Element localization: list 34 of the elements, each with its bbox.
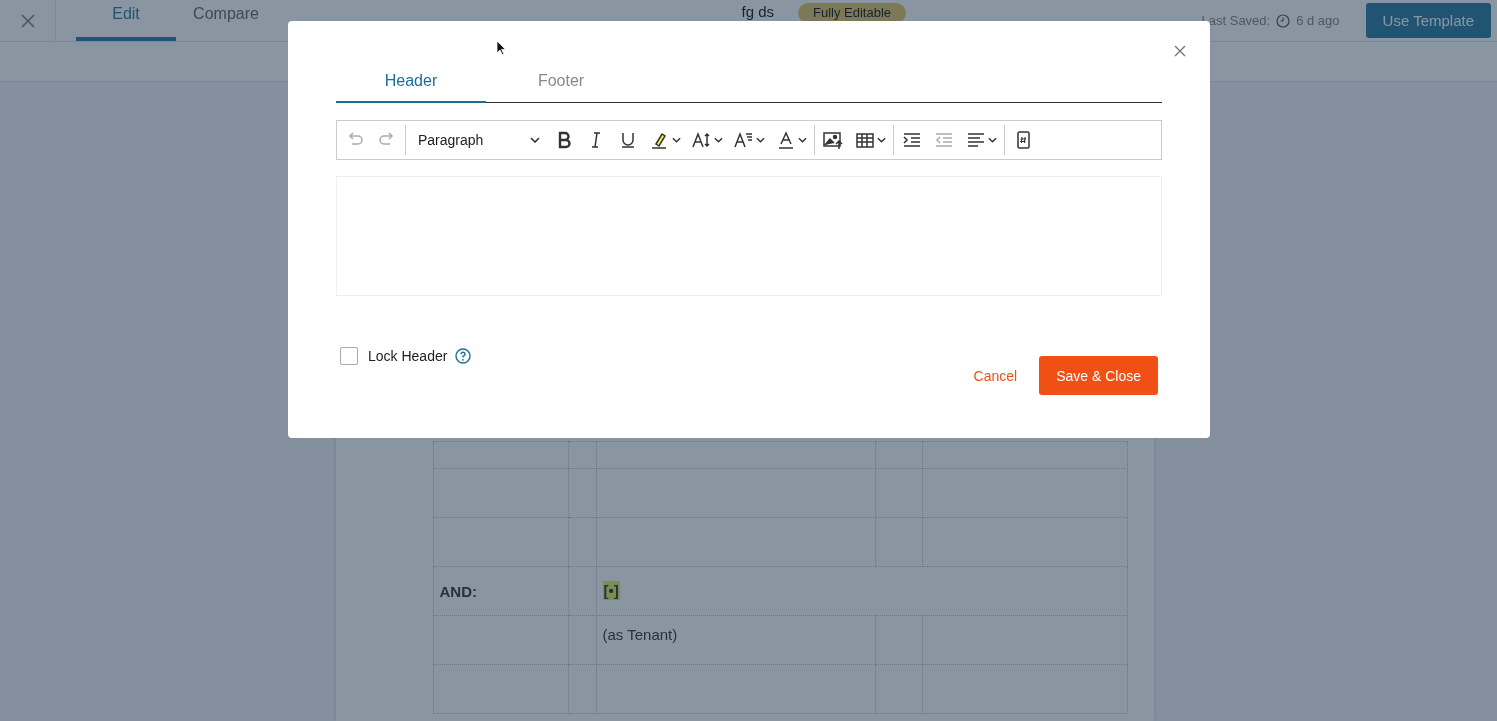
clock-icon <box>1276 13 1291 28</box>
mode-tab[interactable]: Compare <box>176 0 276 41</box>
close-button[interactable] <box>1172 43 1188 59</box>
font-size-icon <box>691 130 713 150</box>
align-icon <box>965 130 987 150</box>
caret-icon[interactable] <box>672 137 681 143</box>
document-title: fg ds <box>741 3 774 20</box>
close-icon <box>19 12 36 29</box>
use-template-button[interactable]: Use Template <box>1365 3 1491 38</box>
table-icon <box>854 130 876 150</box>
dialog-tab[interactable]: Footer <box>486 61 636 103</box>
party-value: (as Tenant) <box>602 626 678 643</box>
status-badge: Fully Editable <box>798 3 907 23</box>
caret-icon[interactable] <box>798 137 807 143</box>
caret-icon[interactable] <box>877 137 886 143</box>
paragraph-dropdown[interactable]: Paragraph <box>410 132 546 148</box>
dialog-tab[interactable]: Header <box>336 61 486 103</box>
image-icon <box>822 130 844 150</box>
lock-checkbox[interactable] <box>340 347 358 365</box>
mouse-pointer-icon <box>496 40 506 56</box>
cancel-button[interactable]: Cancel <box>967 366 1024 385</box>
party-value: [•] <box>602 581 620 600</box>
caret-icon[interactable] <box>756 137 765 143</box>
indent-icon <box>901 130 923 150</box>
outdent-icon <box>933 130 955 150</box>
last-saved-time: 6 d ago <box>1296 13 1340 28</box>
help-icon[interactable] <box>455 348 472 364</box>
caret-icon[interactable] <box>714 137 723 143</box>
party-label: AND: <box>439 582 477 600</box>
lock-header-label: Lock Header <box>368 348 448 364</box>
caret-icon[interactable] <box>988 137 997 143</box>
save-close-button[interactable]: Save & Close <box>1039 356 1158 395</box>
text-style-icon <box>733 130 755 150</box>
caret-icon <box>530 137 540 143</box>
